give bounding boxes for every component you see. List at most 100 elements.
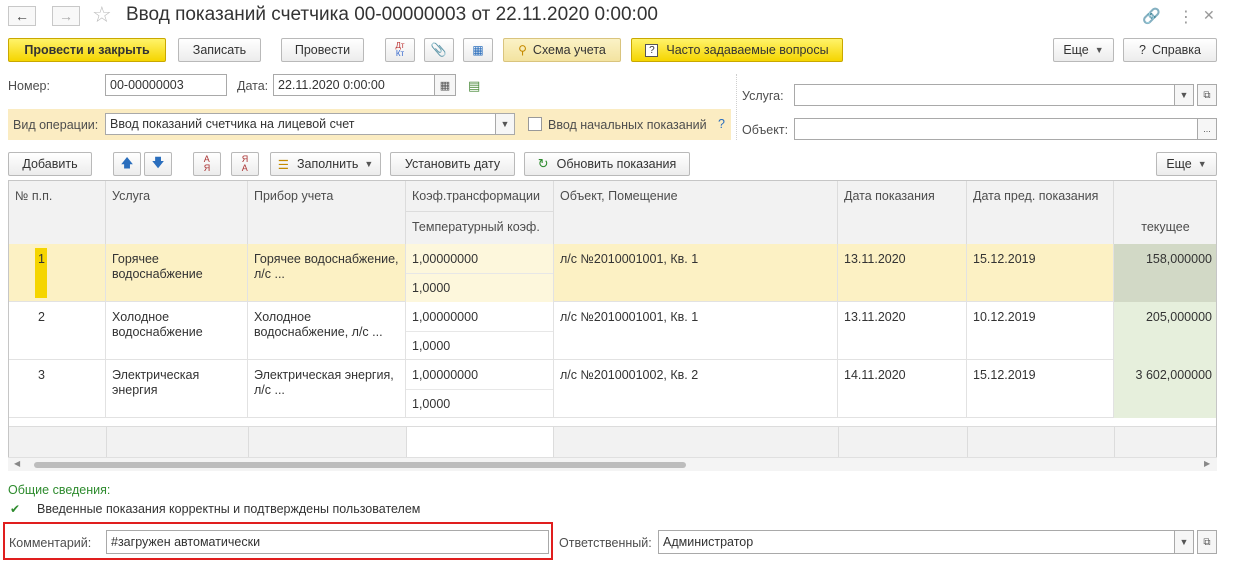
general-info-link[interactable]: Общие сведения:: [8, 483, 110, 497]
dropdown-arrow-icon: ▼: [364, 159, 374, 169]
cell-coef: 1,00000000 1,0000: [406, 360, 554, 418]
scroll-right-icon[interactable]: ▶: [1204, 459, 1210, 468]
cell-current: 158,000000: [1114, 244, 1216, 302]
col-header-device[interactable]: Прибор учета: [248, 181, 406, 244]
cell-coef: 1,00000000 1,0000: [406, 302, 554, 360]
open-icon: ⧉: [1203, 89, 1211, 101]
operation-label: Вид операции:: [13, 118, 99, 132]
arrow-up-icon: 🡅: [120, 155, 134, 170]
sort-asc-icon: АЯ: [203, 154, 211, 173]
sort-asc-button[interactable]: АЯ: [193, 152, 221, 176]
back-button[interactable]: ←: [8, 6, 36, 26]
move-down-button[interactable]: 🡇: [144, 152, 172, 176]
checkmark-icon: ✔: [10, 502, 21, 516]
dt-kt-button[interactable]: Дт Кт: [385, 38, 415, 62]
paperclip-icon: 📎: [430, 42, 448, 57]
dropdown-arrow-icon: ▼: [1094, 45, 1104, 55]
scrollbar-thumb[interactable]: [34, 462, 686, 468]
table-more-button[interactable]: Еще ▼: [1156, 152, 1217, 176]
help-icon: ?: [1139, 43, 1146, 57]
scheme-icon: ⚲: [518, 43, 527, 57]
forward-button[interactable]: →: [52, 6, 80, 26]
set-date-button[interactable]: Установить дату: [390, 152, 515, 176]
question-icon: ?: [645, 43, 659, 57]
cell-num: 3: [9, 360, 106, 418]
help-button[interactable]: ? Справка: [1123, 38, 1217, 62]
refresh-icon: ↻: [537, 156, 549, 171]
post-button[interactable]: Провести: [281, 38, 364, 62]
initial-readings-checkbox[interactable]: [528, 117, 542, 131]
table-row[interactable]: 3 Электрическая энергия Электрическая эн…: [9, 360, 1216, 418]
cell-prev-date: 15.12.2019: [967, 244, 1114, 302]
col-header-coef[interactable]: Коэф.трансформации: [406, 181, 554, 212]
col-header-prev-date[interactable]: Дата пред. показания: [967, 181, 1114, 244]
table-row[interactable]: 1 Горячее водоснабжение Горячее водоснаб…: [9, 244, 1216, 302]
cell-current: 205,000000: [1114, 302, 1216, 360]
responsible-field[interactable]: Администратор: [658, 530, 1175, 554]
save-button[interactable]: Записать: [178, 38, 261, 62]
attach-button[interactable]: 📎: [424, 38, 454, 62]
sort-desc-button[interactable]: ЯА: [231, 152, 259, 176]
col-header-object[interactable]: Объект, Помещение: [554, 181, 838, 244]
table-row[interactable]: 2 Холодное водоснабжение Холодное водосн…: [9, 302, 1216, 360]
col-header-date[interactable]: Дата показания: [838, 181, 967, 244]
hierarchy-icon: ▦: [472, 43, 484, 57]
responsible-open-button[interactable]: ⧉: [1197, 530, 1217, 554]
cell-prev-date: 10.12.2019: [967, 302, 1114, 360]
link-icon[interactable]: 🔗: [1142, 7, 1161, 25]
col-header-service[interactable]: Услуга: [106, 181, 248, 244]
object-select-button[interactable]: ...: [1197, 118, 1217, 140]
fill-icon: ☰: [277, 157, 289, 172]
note-icon[interactable]: ▤: [468, 78, 480, 94]
cell-service: Горячее водоснабжение: [106, 244, 248, 302]
table-footer: [9, 426, 1216, 459]
comment-field[interactable]: #загружен автоматически: [106, 530, 549, 554]
window-title: Ввод показаний счетчика 00-00000003 от 2…: [126, 4, 658, 25]
chevron-down-icon: ▼: [1179, 90, 1189, 100]
fill-button[interactable]: ☰ Заполнить ▼: [270, 152, 381, 176]
cell-coef: 1,00000000 1,0000: [406, 244, 554, 302]
service-field[interactable]: [794, 84, 1175, 106]
horizontal-scrollbar[interactable]: ◀ ▶: [8, 457, 1217, 471]
post-and-close-button[interactable]: Провести и закрыть: [8, 38, 166, 62]
structure-button[interactable]: ▦: [463, 38, 493, 62]
open-icon: ⧉: [1203, 536, 1211, 548]
readings-table: № п.п. Услуга Прибор учета Коэф.трансфор…: [8, 180, 1217, 471]
cell-date: 14.11.2020: [838, 360, 967, 418]
col-header-readings-group: [1114, 181, 1216, 212]
scroll-left-icon[interactable]: ◀: [14, 459, 20, 468]
add-row-button[interactable]: Добавить: [8, 152, 92, 176]
object-field[interactable]: [794, 118, 1198, 140]
refresh-readings-button[interactable]: ↻ Обновить показания: [524, 152, 690, 176]
operation-field[interactable]: Ввод показаний счетчика на лицевой счет: [105, 113, 496, 135]
cell-object: л/с №2010001001, Кв. 1: [554, 244, 838, 302]
cell-num: 2: [9, 302, 106, 360]
favorite-star-icon[interactable]: ☆: [92, 2, 112, 28]
service-open-button[interactable]: ⧉: [1197, 84, 1217, 106]
cell-device: Горячее водоснабжение, л/с ...: [248, 244, 406, 302]
divider: [736, 74, 737, 140]
help-question-icon[interactable]: ?: [718, 117, 725, 131]
cell-object: л/с №2010001002, Кв. 2: [554, 360, 838, 418]
col-header-temp-coef[interactable]: Температурный коэф.: [406, 212, 554, 244]
responsible-dropdown-button[interactable]: ▼: [1174, 530, 1194, 554]
number-label: Номер:: [8, 79, 50, 93]
col-header-num[interactable]: № п.п.: [9, 181, 106, 244]
more-button[interactable]: Еще ▼: [1053, 38, 1114, 62]
operation-dropdown-button[interactable]: ▼: [495, 113, 515, 135]
move-up-button[interactable]: 🡅: [113, 152, 141, 176]
date-label: Дата:: [237, 79, 269, 93]
cell-service: Электрическая энергия: [106, 360, 248, 418]
number-field[interactable]: 00-00000003: [105, 74, 227, 96]
date-field[interactable]: 22.11.2020 0:00:00: [273, 74, 435, 96]
more-vertical-icon[interactable]: ⋮: [1178, 7, 1194, 27]
close-icon[interactable]: ✕: [1203, 7, 1215, 24]
service-dropdown-button[interactable]: ▼: [1174, 84, 1194, 106]
responsible-label: Ответственный:: [559, 536, 652, 550]
faq-button[interactable]: ? Часто задаваемые вопросы: [631, 38, 843, 62]
col-header-current[interactable]: текущее: [1114, 212, 1216, 244]
service-label: Услуга:: [742, 89, 784, 103]
calendar-button[interactable]: ▦: [434, 74, 456, 96]
accounting-scheme-button[interactable]: ⚲ Схема учета: [503, 38, 621, 62]
cell-object: л/с №2010001001, Кв. 1: [554, 302, 838, 360]
